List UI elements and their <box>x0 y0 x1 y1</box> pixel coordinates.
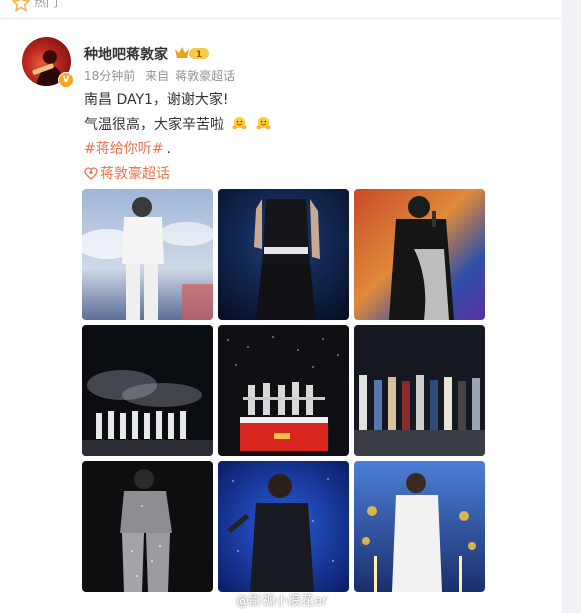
weibo-logo-icon <box>219 592 235 605</box>
top-bar: 热门 <box>0 0 562 19</box>
post-text-line-1: 南昌 DAY1，谢谢大家! <box>84 92 229 108</box>
photo-7[interactable] <box>82 461 213 592</box>
photo-9[interactable] <box>354 461 485 592</box>
star-icon <box>12 0 30 12</box>
super-topic-icon <box>84 167 98 180</box>
weibo-post-card: 热门 V 种地吧蒋敦家 1 18分钟前 来自 蒋敦豪超话 南昌 DAY1，谢谢大家… <box>0 0 562 613</box>
photo-1[interactable] <box>82 189 213 320</box>
photo-4[interactable] <box>82 325 213 456</box>
post-text-line-2: 气温很高，大家辛苦啦 <box>84 114 271 134</box>
hashtag-line: #蒋给你听#. <box>84 138 171 158</box>
hug-emoji-icon <box>232 116 247 130</box>
watermark: @影视小浪花er <box>236 594 328 609</box>
fan-level-number: 1 <box>196 50 202 60</box>
photo-8[interactable] <box>218 461 349 592</box>
post-text-line-2-text: 气温很高，大家辛苦啦 <box>84 117 224 133</box>
post-meta: 18分钟前 来自 蒋敦豪超话 <box>84 67 241 84</box>
source-prefix: 来自 <box>145 69 170 83</box>
fan-level-badge[interactable]: 1 <box>174 45 210 61</box>
photo-3[interactable] <box>354 189 485 320</box>
photo-5[interactable] <box>218 325 349 456</box>
post-time[interactable]: 18分钟前 <box>84 69 135 83</box>
hashtag-link[interactable]: #蒋给你听# <box>84 141 163 157</box>
super-topic-link[interactable]: 蒋敦豪超话 <box>84 163 170 183</box>
super-topic-label[interactable]: 蒋敦豪超话 <box>100 166 170 182</box>
hot-label[interactable]: 热门 <box>34 0 58 10</box>
hug-emoji-icon <box>256 116 271 130</box>
hashtag-suffix: . <box>166 141 171 157</box>
verified-badge: V <box>58 72 74 88</box>
photo-6[interactable] <box>354 325 485 456</box>
photo-grid <box>82 189 488 595</box>
username[interactable]: 种地吧蒋敦家 <box>84 44 168 64</box>
photo-2[interactable] <box>218 189 349 320</box>
post-source[interactable]: 蒋敦豪超话 <box>175 69 235 83</box>
